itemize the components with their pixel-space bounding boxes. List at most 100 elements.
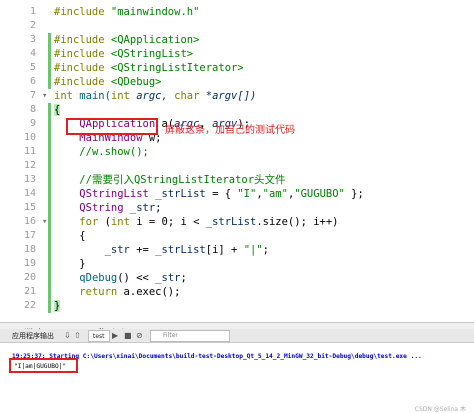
watermark: CSDN @Selina 木 <box>414 406 466 413</box>
string-literal: "|" <box>243 244 263 256</box>
code-line[interactable]: QString _str; <box>54 201 161 215</box>
changed-line-marker <box>48 47 51 61</box>
code-line[interactable]: { <box>54 229 86 243</box>
fold-arrow-icon[interactable]: ▾ <box>42 89 47 103</box>
include-file: <QApplication> <box>110 34 200 46</box>
code-text: ; <box>262 244 269 256</box>
line-number: 18 <box>23 244 36 255</box>
line-number: 12 <box>23 160 36 171</box>
code-line[interactable]: //需要引入QStringListIterator头文件 <box>54 173 285 187</box>
line-number-gutter: 1 2 3 4 5 6 7 8 9 10 11 12 13 14 15 16 1… <box>0 0 51 322</box>
variable: _str <box>104 244 130 256</box>
string-literal: "am" <box>262 188 288 200</box>
changed-line-marker <box>48 159 51 173</box>
code-text: () << <box>117 272 156 284</box>
code-text: [i] + <box>205 244 244 256</box>
code-text: = { <box>205 188 238 200</box>
changed-line-marker <box>48 61 51 75</box>
changed-line-marker <box>48 131 51 145</box>
code-text: a.exec(); <box>117 286 181 298</box>
arrow-up-icon[interactable]: ⇧ <box>74 331 81 341</box>
changed-line-marker <box>48 33 51 47</box>
matching-brace: } <box>54 300 61 312</box>
changed-line-marker <box>48 243 51 257</box>
code-line[interactable]: for (int i = 0; i < _strList.size(); i++… <box>54 215 339 229</box>
application-output[interactable]: 19:25:37: Starting C:\Users\xinai\Docume… <box>0 344 474 413</box>
line-number: 1 <box>29 6 36 17</box>
line-number: 3 <box>29 34 36 45</box>
preprocessor-directive: #include <box>54 62 105 74</box>
code-line[interactable]: //w.show(); <box>54 145 149 159</box>
changed-line-marker <box>48 229 51 243</box>
output-tab-test[interactable]: test <box>88 330 110 342</box>
line-number: 11 <box>23 146 36 157</box>
code-text: ; <box>180 272 187 284</box>
panel-title: 应用程序输出 <box>12 332 54 340</box>
code-line[interactable]: #include <QApplication> <box>54 33 199 47</box>
string-literal: "GUGUBO" <box>294 188 345 200</box>
code-line[interactable]: #include <QDebug> <box>54 75 161 89</box>
preprocessor-directive: #include <box>54 34 105 46</box>
output-panel-header: 应用程序输出 ⇩ ⇧ test ▶ ■ ⊘ ⌕ Filter <box>0 329 474 343</box>
code-line[interactable]: } <box>54 257 85 271</box>
stop-icon[interactable]: ■ <box>124 331 132 341</box>
keyword: int <box>54 90 73 102</box>
line-number: 6 <box>29 76 36 87</box>
code-text: }; <box>344 188 364 200</box>
highlight-box <box>66 118 158 135</box>
code-line[interactable]: { <box>54 103 61 117</box>
code-line[interactable]: } <box>54 299 61 313</box>
clear-icon[interactable]: ⊘ <box>136 331 143 341</box>
code-text: ( <box>98 216 111 228</box>
changed-line-marker <box>48 299 51 313</box>
code-text: += <box>129 244 156 256</box>
line-number: 7 <box>29 90 36 101</box>
changed-line-marker <box>48 257 51 271</box>
line-number: 2 <box>29 20 36 31</box>
line-number: 20 <box>23 272 36 283</box>
preprocessor-directive: #include <box>54 6 105 18</box>
include-file: <QDebug> <box>110 76 162 88</box>
keyword: int <box>110 90 130 102</box>
variable: _strList <box>155 244 206 256</box>
preprocessor-directive: #include <box>54 76 105 88</box>
code-editor[interactable]: 1 2 3 4 5 6 7 8 9 10 11 12 13 14 15 16 1… <box>0 0 474 322</box>
changed-line-marker <box>48 285 51 299</box>
keyword: return <box>79 286 118 298</box>
code-text: .size(); i++) <box>256 216 339 228</box>
string-literal: "I" <box>237 188 257 200</box>
highlight-box <box>9 358 78 373</box>
code-comment: //w.show(); <box>79 146 149 158</box>
run-icon[interactable]: ▶ <box>112 331 118 341</box>
code-line[interactable]: int main(int argc, char *argv[]) <box>54 89 256 103</box>
arrow-down-icon[interactable]: ⇩ <box>64 331 71 341</box>
parameter: argc, <box>136 90 175 102</box>
class-name: QString <box>79 202 124 214</box>
fold-arrow-icon[interactable]: ▾ <box>42 215 47 229</box>
changed-line-marker <box>48 173 51 187</box>
code-line[interactable]: _str += _strList[i] + "|"; <box>54 243 269 257</box>
line-number: 14 <box>23 188 36 199</box>
changed-line-marker <box>48 215 51 229</box>
line-number: 17 <box>23 230 36 241</box>
filter-input[interactable]: Filter <box>150 330 230 342</box>
code-line[interactable]: #include "mainwindow.h" <box>54 5 199 19</box>
variable: _str <box>123 202 156 214</box>
code-line[interactable]: qDebug() << _str; <box>54 271 187 285</box>
class-name: QStringList <box>79 188 149 200</box>
code-text: { <box>79 230 86 242</box>
function-name: qDebug <box>79 272 118 284</box>
changed-line-marker <box>48 75 51 89</box>
variable: _str <box>155 272 181 284</box>
code-line[interactable]: #include <QStringListIterator> <box>54 61 244 75</box>
changed-line-marker <box>48 187 51 201</box>
line-number: 15 <box>23 202 36 213</box>
variable: _strList <box>148 188 206 200</box>
line-number: 21 <box>23 286 36 297</box>
changed-line-marker <box>48 271 51 285</box>
line-number: 4 <box>29 48 36 59</box>
code-line[interactable]: QStringList _strList = { "I","am","GUGUB… <box>54 187 364 201</box>
code-line[interactable]: #include <QStringList> <box>54 47 193 61</box>
code-line[interactable]: return a.exec(); <box>54 285 180 299</box>
function-name: main( <box>79 90 111 102</box>
